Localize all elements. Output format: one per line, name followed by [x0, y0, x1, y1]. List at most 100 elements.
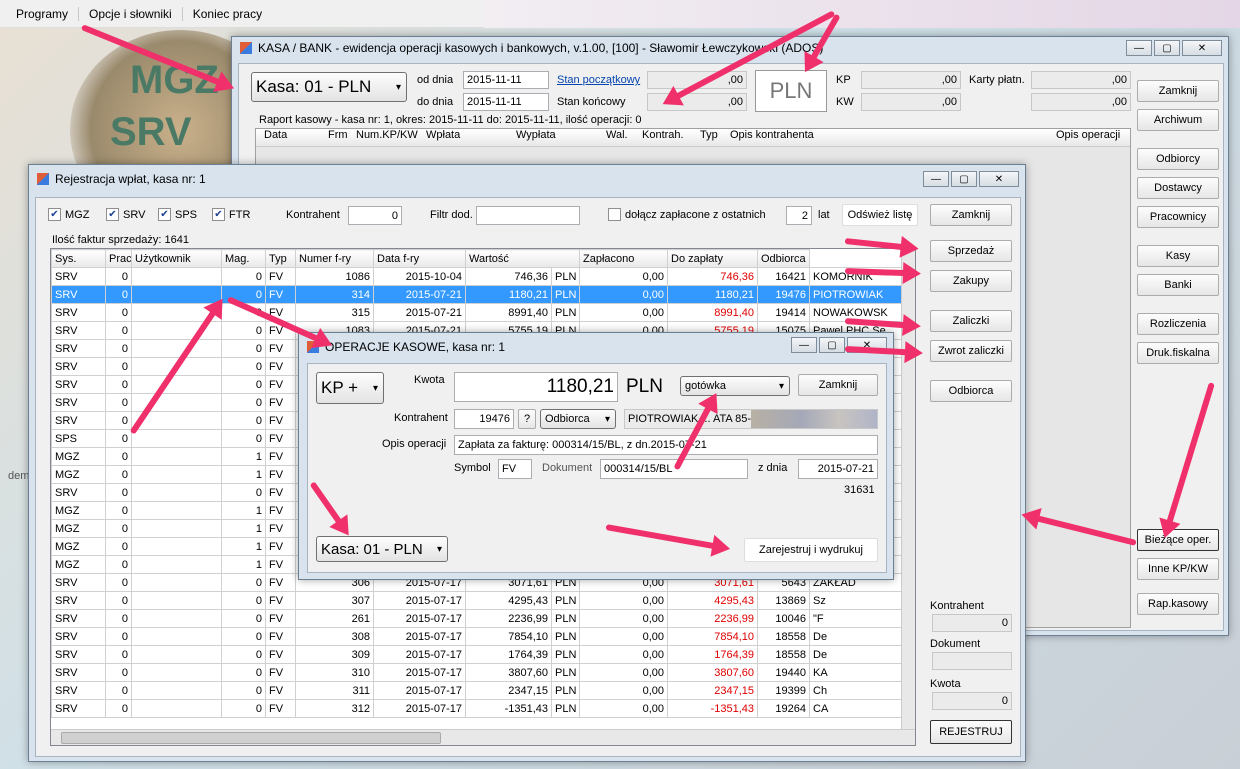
kwota-input[interactable]: 1180,21	[454, 372, 618, 402]
kasa-select[interactable]: Kasa: 01 - PLN	[251, 72, 407, 102]
lat-label: lat	[818, 209, 830, 221]
table-row[interactable]: SRV 0 0 FV 307 2015-07-17 4295,43 PLN 0,00 4295,4…	[51, 591, 902, 610]
invoice-col-header[interactable]: Zapłacono	[579, 249, 668, 268]
invoice-col-header[interactable]: Mag.	[221, 249, 266, 268]
invoice-col-header[interactable]: Typ	[265, 249, 296, 268]
kasy-button[interactable]: Kasy	[1137, 245, 1219, 267]
menu-opcje[interactable]: Opcje i słowniki	[79, 6, 183, 21]
odbiorca-button[interactable]: Odbiorca	[930, 380, 1012, 402]
table-cell: 18558	[757, 645, 810, 664]
table-row[interactable]: SRV 0 0 FV 309 2015-07-17 1764,39 PLN 0,00 1764,3…	[51, 645, 902, 664]
od-dnia-field[interactable]: 2015-11-11	[463, 71, 549, 89]
col-num[interactable]: Num.KP/KW	[356, 129, 426, 146]
table-cell: 0,00	[579, 699, 668, 718]
opis-operacji-input[interactable]: Zapłata za fakturę: 000314/15/BL, z dn.2…	[454, 435, 878, 455]
kp-select[interactable]: KP +	[316, 372, 384, 404]
symbol-input[interactable]: FV	[498, 459, 532, 479]
biezace-oper-button[interactable]: Bieżące oper.	[1137, 529, 1219, 551]
col-data[interactable]: Data	[256, 129, 328, 146]
zakupy-button[interactable]: Zakupy	[930, 270, 1012, 292]
filtr-dod-input[interactable]	[476, 206, 580, 225]
filter-sps[interactable]: ✔ SPS	[158, 208, 197, 221]
kontrahent-lookup-button[interactable]: ?	[518, 409, 536, 429]
table-cell: SRV	[51, 375, 106, 394]
invoice-col-header[interactable]: Numer f-ry	[295, 249, 374, 268]
maximize-icon[interactable]: ▢	[951, 171, 977, 187]
filter-srv[interactable]: ✔ SRV	[106, 208, 145, 221]
rozliczenia-button[interactable]: Rozliczenia	[1137, 313, 1219, 335]
col-wal[interactable]: Wal.	[606, 129, 642, 146]
table-cell: 0	[105, 555, 132, 574]
table-row[interactable]: SRV 0 0 FV 314 2015-07-21 1180,21 PLN 0,00 1180,2…	[51, 285, 902, 304]
invoice-col-header[interactable]: Do zapłaty	[667, 249, 758, 268]
table-row[interactable]: SRV 0 0 FV 312 2015-07-17 -1351,43 PLN 0,00 -1351…	[51, 699, 902, 718]
close-icon[interactable]: ✕	[1182, 40, 1222, 56]
invoice-col-header[interactable]: Użytkownik	[131, 249, 222, 268]
invoice-col-header[interactable]: Wartość	[465, 249, 580, 268]
druk-fiskalna-button[interactable]: Druk.fiskalna	[1137, 342, 1219, 364]
reg-zamknij-button[interactable]: Zamknij	[930, 204, 1012, 226]
op-zamknij-button[interactable]: Zamknij	[798, 374, 878, 396]
zamknij-button[interactable]: Zamknij	[1137, 80, 1219, 102]
col-typ[interactable]: Typ	[700, 129, 730, 146]
maximize-icon[interactable]: ▢	[1154, 40, 1180, 56]
do-dnia-field[interactable]: 2015-11-11	[463, 93, 549, 111]
odbiorcy-button[interactable]: Odbiorcy	[1137, 148, 1219, 170]
dolacz-checkbox[interactable]: dołącz zapłacone z ostatnich	[608, 208, 766, 221]
lat-stepper[interactable]: 2	[786, 206, 812, 225]
table-cell: 0,00	[579, 681, 668, 700]
stan-poczatkowy-link[interactable]: Stan początkowy	[557, 74, 640, 86]
table-row[interactable]: SRV 0 0 FV 308 2015-07-17 7854,10 PLN 0,00 7854,1…	[51, 627, 902, 646]
odbiorca-select[interactable]: Odbiorca	[540, 409, 616, 429]
scrollbar-thumb[interactable]	[61, 732, 441, 744]
pracownicy-button[interactable]: Pracownicy	[1137, 206, 1219, 228]
zaliczki-button[interactable]: Zaliczki	[930, 310, 1012, 332]
zwrot-zaliczki-button[interactable]: Zwrot zaliczki	[930, 340, 1012, 362]
table-row[interactable]: SRV 0 0 FV 261 2015-07-17 2236,99 PLN 0,00 2236,9…	[51, 609, 902, 628]
rap-kasowy-button[interactable]: Rap.kasowy	[1137, 593, 1219, 615]
zarejestruj-wydrukuj-button[interactable]: Zarejestruj i wydrukuj	[744, 538, 878, 562]
col-wyplata[interactable]: Wypłata	[516, 129, 606, 146]
menu-programy[interactable]: Programy	[6, 6, 80, 21]
invoice-col-header[interactable]: Prac.	[105, 249, 132, 268]
minimize-icon[interactable]: —	[791, 337, 817, 353]
minimize-icon[interactable]: —	[1126, 40, 1152, 56]
kontrahent-input[interactable]: 0	[348, 206, 402, 225]
invoice-col-header[interactable]: Data f-ry	[373, 249, 466, 268]
op-kasa-select[interactable]: Kasa: 01 - PLN	[316, 536, 448, 562]
minimize-icon[interactable]: —	[923, 171, 949, 187]
archiwum-button[interactable]: Archiwum	[1137, 109, 1219, 131]
filter-mgz[interactable]: ✔ MGZ	[48, 208, 89, 221]
op-kontrahent-input[interactable]: 19476	[454, 409, 514, 429]
table-cell: 2015-07-17	[373, 699, 466, 718]
table-row[interactable]: SRV00FV3152015-07-218991,40PLN0,008991,4…	[51, 303, 902, 322]
dokument-input[interactable]: 000314/15/BL	[600, 459, 748, 479]
rejestruj-button[interactable]: REJESTRUJ	[930, 720, 1012, 744]
table-cell: 0,00	[579, 627, 668, 646]
close-icon[interactable]: ✕	[979, 171, 1019, 187]
banki-button[interactable]: Banki	[1137, 274, 1219, 296]
table-cell: 13869	[757, 591, 810, 610]
dostawcy-button[interactable]: Dostawcy	[1137, 177, 1219, 199]
sprzedaz-button[interactable]: Sprzedaż	[930, 240, 1012, 262]
invoice-col-header[interactable]: Odbiorca	[757, 249, 810, 268]
horizontal-scrollbar[interactable]	[51, 729, 915, 745]
table-row[interactable]: SRV 0 0 FV 1086 2015-10-04 746,36 PLN 0,00 746,36…	[51, 267, 902, 286]
table-cell: 0	[105, 357, 132, 376]
col-frm[interactable]: Frm	[328, 129, 356, 146]
col-opis-operacji[interactable]: Opis operacji	[1056, 129, 1126, 146]
z-dnia-input[interactable]: 2015-07-21	[798, 459, 878, 479]
filter-ftr[interactable]: ✔ FTR	[212, 208, 250, 221]
inne-kpkw-button[interactable]: Inne KP/KW	[1137, 558, 1219, 580]
odswiez-liste-button[interactable]: Odśwież listę	[842, 204, 918, 226]
table-cell: 0	[105, 303, 132, 322]
maximize-icon[interactable]: ▢	[819, 337, 845, 353]
table-row[interactable]: SRV 0 0 FV 311 2015-07-17 2347,15 PLN 0,00 2347,1…	[51, 681, 902, 700]
col-wplata[interactable]: Wpłata	[426, 129, 516, 146]
table-row[interactable]: SRV 0 0 FV 310 2015-07-17 3807,60 PLN 0,00 3807,6…	[51, 663, 902, 682]
col-kontrah[interactable]: Kontrah.	[642, 129, 700, 146]
menu-koniec[interactable]: Koniec pracy	[183, 7, 272, 21]
col-opis-kontrahenta[interactable]: Opis kontrahenta	[730, 129, 1056, 146]
payment-select[interactable]: gotówka	[680, 376, 790, 396]
invoice-col-header[interactable]: Sys.	[51, 249, 106, 268]
